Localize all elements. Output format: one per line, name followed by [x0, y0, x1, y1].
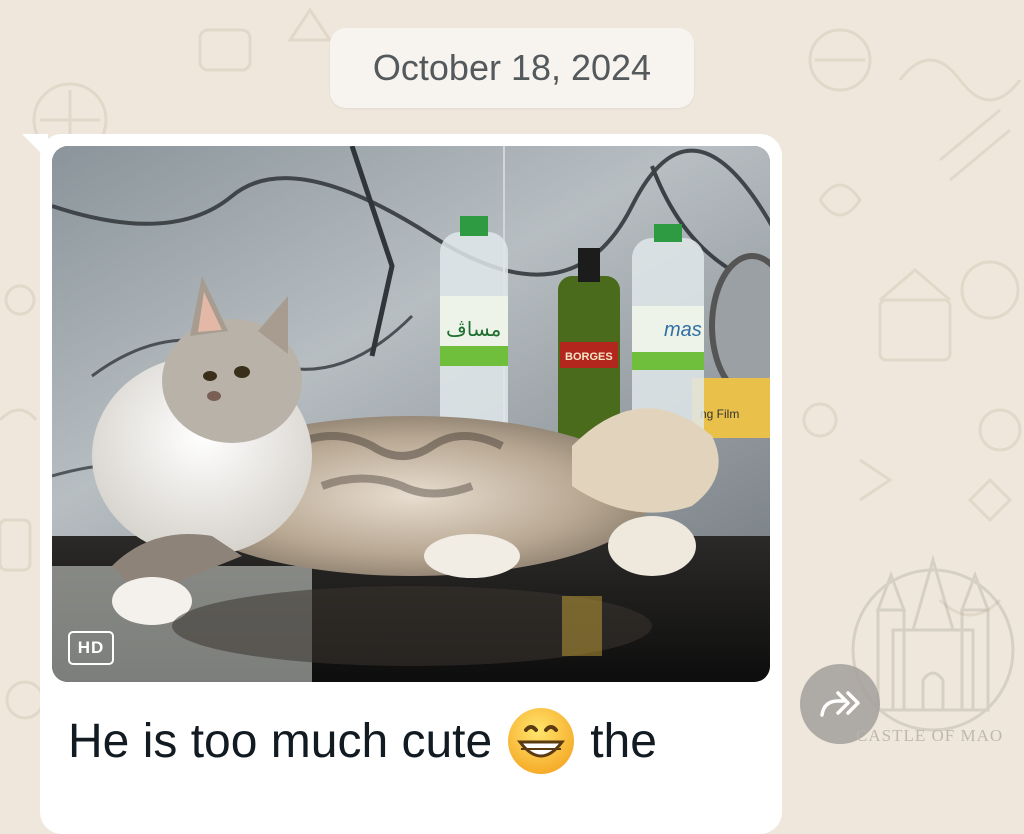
message-photo[interactable]: ng Film مساڤ BORGES mas HD [52, 146, 770, 682]
watermark-text: CASTLE OF MAO [856, 726, 1004, 745]
hd-badge: HD [68, 631, 114, 665]
message-caption: He is too much cute the [68, 706, 657, 776]
caption-text-start: He is too much cute [68, 714, 493, 768]
date-separator: October 18, 2024 [330, 28, 694, 108]
oil-bottle-label: BORGES [565, 351, 613, 363]
bottle-right-label: mas [664, 319, 702, 341]
caption-text-end: the [590, 714, 657, 768]
bottle-left-label: مساڤ [446, 317, 501, 341]
grinning-face-emoji-icon [506, 706, 576, 776]
castle-watermark-icon [851, 554, 1015, 732]
package-text: ng Film [700, 407, 739, 421]
